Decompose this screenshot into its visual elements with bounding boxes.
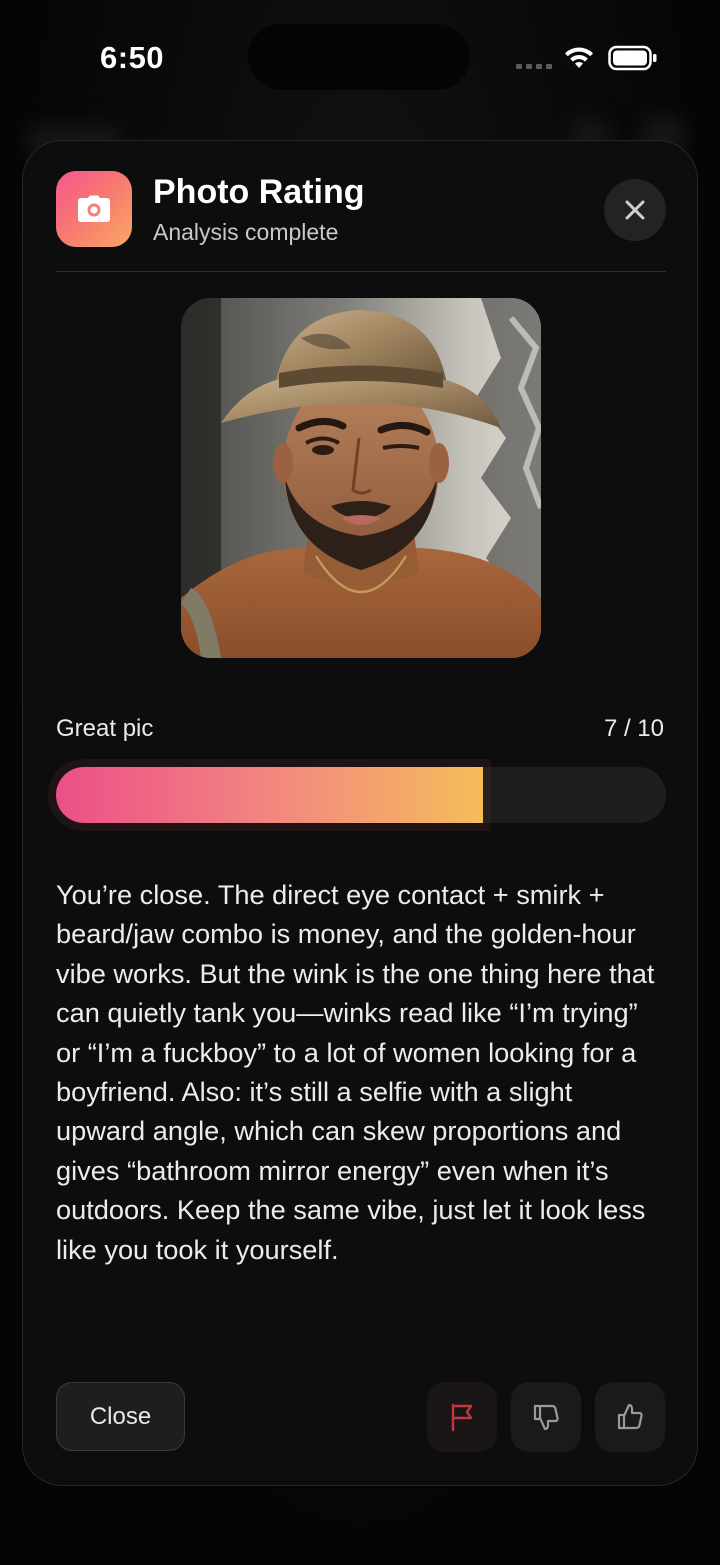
close-icon[interactable] [604,179,666,241]
rating-bar [56,767,666,823]
rating-bar-fill [56,767,483,823]
cellular-signal-icon [516,64,552,69]
dynamic-island [248,24,470,90]
rating-label: Great pic [56,715,154,742]
feedback-text: You’re close. The direct eye contact + s… [56,879,655,1265]
modal-title: Photo Rating [153,173,365,211]
screen: 6:50 Photo Rating Analysis complete Grea… [0,0,720,1565]
thumbs-down-icon [533,1404,559,1431]
flag-icon [451,1403,473,1432]
status-time: 6:50 [100,40,165,75]
flag-button[interactable] [427,1382,497,1452]
close-button[interactable]: Close [56,1382,185,1451]
thumbs-down-button[interactable] [511,1382,581,1452]
thumbs-up-button[interactable] [595,1382,665,1452]
rating-score: 7 / 10 [603,715,664,742]
battery-icon [608,45,657,71]
wifi-icon [565,47,593,68]
header-divider [56,271,666,272]
rated-photo [181,298,541,658]
photo-rating-modal: Photo Rating Analysis complete Great pic… [22,140,698,1486]
camera-icon [56,171,132,247]
thumbs-up-icon [617,1403,643,1430]
modal-subtitle: Analysis complete [153,219,339,245]
status-bar: 6:50 [0,0,720,120]
modal-header: Photo Rating Analysis complete [56,171,666,251]
